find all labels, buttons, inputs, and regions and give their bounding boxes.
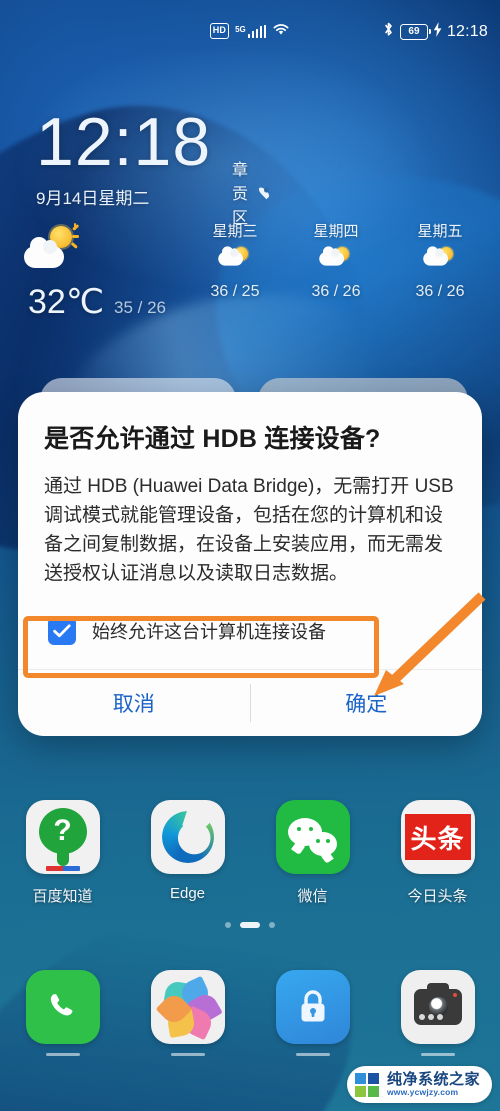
battery-icon: 69 bbox=[399, 23, 431, 40]
app-label: 今日头条 bbox=[407, 888, 468, 905]
confirm-button[interactable]: 确定 bbox=[251, 670, 483, 736]
dock-item-gallery[interactable] bbox=[125, 970, 250, 1056]
weather-forecast-day: 星期五 36 / 26 bbox=[385, 220, 495, 301]
signal-bars-glyph bbox=[247, 24, 267, 38]
dialog-actions: 取消 确定 bbox=[18, 670, 482, 736]
dock-underline bbox=[170, 1053, 205, 1056]
forecast-day-label: 星期四 bbox=[313, 223, 359, 240]
status-bar-clock: 12:18 bbox=[446, 22, 488, 40]
clock-location-label: 章贡区 bbox=[232, 162, 249, 227]
app-grid: ? 百度知道 Edge 微信 头条 今日头条 bbox=[0, 800, 500, 906]
dialog-title: 是否允许通过 HDB 连接设备? bbox=[44, 425, 381, 453]
watermark-text: 纯净系统之家 www.ycwjzy.com bbox=[387, 1072, 480, 1097]
watermark-url: www.ycwjzy.com bbox=[386, 1087, 459, 1098]
forecast-day-temp: 36 / 25 bbox=[210, 283, 260, 300]
dock-item-lock[interactable] bbox=[250, 970, 375, 1056]
phone-icon[interactable] bbox=[25, 970, 100, 1044]
clock-time: 12:18 bbox=[36, 104, 212, 180]
toutiao-icon[interactable]: 头条 bbox=[400, 800, 475, 874]
app-item-wechat[interactable]: 微信 bbox=[250, 800, 375, 906]
dock-underline bbox=[295, 1053, 330, 1056]
app-item-baidu-zhidao[interactable]: ? 百度知道 bbox=[0, 800, 125, 906]
watermark: 纯净系统之家 www.ycwjzy.com bbox=[346, 1066, 492, 1103]
weather-current-temp: 32℃ bbox=[28, 283, 105, 321]
watermark-title: 纯净系统之家 bbox=[386, 1071, 480, 1089]
sun-behind-cloud-icon bbox=[24, 223, 79, 268]
check-icon bbox=[53, 623, 71, 637]
weather-today-hilo: 35 / 26 bbox=[114, 298, 167, 317]
signal-bars-icon: 5G bbox=[235, 24, 267, 38]
hdb-permission-dialog: 是否允许通过 HDB 连接设备? 通过 HDB (Huawei Data Bri… bbox=[18, 392, 482, 736]
forecast-day-label: 星期五 bbox=[417, 223, 463, 240]
dock-underline bbox=[420, 1053, 455, 1056]
phone-screen: HD 5G 69 12:18 12:18 章贡区 9月14日星期二 32℃ 35… bbox=[0, 0, 500, 1111]
toutiao-glyph: 头条 bbox=[404, 814, 471, 860]
forecast-day-label: 星期三 bbox=[212, 223, 258, 240]
sun-behind-cloud-icon bbox=[281, 246, 391, 277]
weather-today bbox=[24, 223, 204, 268]
battery-level-label: 69 bbox=[408, 26, 420, 37]
always-allow-checkbox-label: 始终允许这台计算机连接设备 bbox=[92, 621, 326, 642]
lock-icon[interactable] bbox=[275, 970, 350, 1044]
app-item-toutiao[interactable]: 头条 今日头条 bbox=[375, 800, 500, 906]
always-allow-checkbox[interactable] bbox=[48, 616, 76, 645]
dock bbox=[0, 970, 500, 1056]
forecast-day-temp: 36 / 26 bbox=[415, 283, 465, 300]
app-label: 百度知道 bbox=[32, 888, 93, 905]
status-bar: HD 5G 69 12:18 bbox=[0, 0, 500, 46]
microsoft-edge-icon[interactable] bbox=[150, 800, 225, 874]
dock-item-phone[interactable] bbox=[0, 970, 125, 1056]
weather-forecast-day: 星期四 36 / 26 bbox=[281, 220, 391, 301]
wechat-icon[interactable] bbox=[275, 800, 350, 874]
sun-behind-cloud-icon bbox=[180, 246, 290, 277]
clock-widget[interactable]: 12:18 章贡区 9月14日星期二 bbox=[36, 104, 271, 227]
gallery-icon[interactable] bbox=[150, 970, 225, 1044]
baidu-zhidao-icon[interactable]: ? bbox=[25, 800, 100, 874]
page-dot[interactable] bbox=[269, 922, 275, 928]
app-item-edge[interactable]: Edge bbox=[125, 800, 250, 906]
windows-squares-logo-icon bbox=[354, 1072, 379, 1097]
clock-location[interactable]: 章贡区 bbox=[232, 156, 271, 228]
network-type-label: 5G bbox=[235, 24, 246, 34]
camera-icon[interactable] bbox=[400, 970, 475, 1044]
forecast-day-temp: 36 / 26 bbox=[311, 283, 361, 300]
dialog-body-text: 通过 HDB (Huawei Data Bridge)，无需打开 USB 调试模… bbox=[44, 476, 454, 584]
page-indicator[interactable] bbox=[0, 922, 500, 928]
charging-bolt-icon bbox=[433, 22, 442, 41]
hd-badge-icon: HD bbox=[209, 23, 230, 39]
weather-today-temps: 32℃ 35 / 26 bbox=[28, 282, 166, 322]
always-allow-checkbox-row[interactable]: 始终允许这台计算机连接设备 bbox=[44, 607, 456, 655]
app-label: 微信 bbox=[297, 888, 328, 905]
wifi-icon bbox=[272, 22, 290, 40]
cancel-button[interactable]: 取消 bbox=[18, 670, 250, 736]
sun-behind-cloud-icon bbox=[385, 246, 495, 277]
dock-underline bbox=[45, 1053, 80, 1056]
page-dot-active[interactable] bbox=[240, 922, 260, 928]
bluetooth-icon bbox=[382, 21, 395, 42]
clock-date: 9月14日星期二 bbox=[36, 189, 150, 208]
status-bar-right-icons: 69 12:18 bbox=[382, 21, 488, 42]
page-dot[interactable] bbox=[225, 922, 231, 928]
dock-item-camera[interactable] bbox=[375, 970, 500, 1056]
weather-forecast-day: 星期三 36 / 25 bbox=[180, 220, 290, 301]
weather-widget[interactable]: 32℃ 35 / 26 星期三 36 / 25 星期四 36 / 26 星期五 bbox=[0, 220, 500, 330]
app-label: Edge bbox=[169, 885, 206, 902]
